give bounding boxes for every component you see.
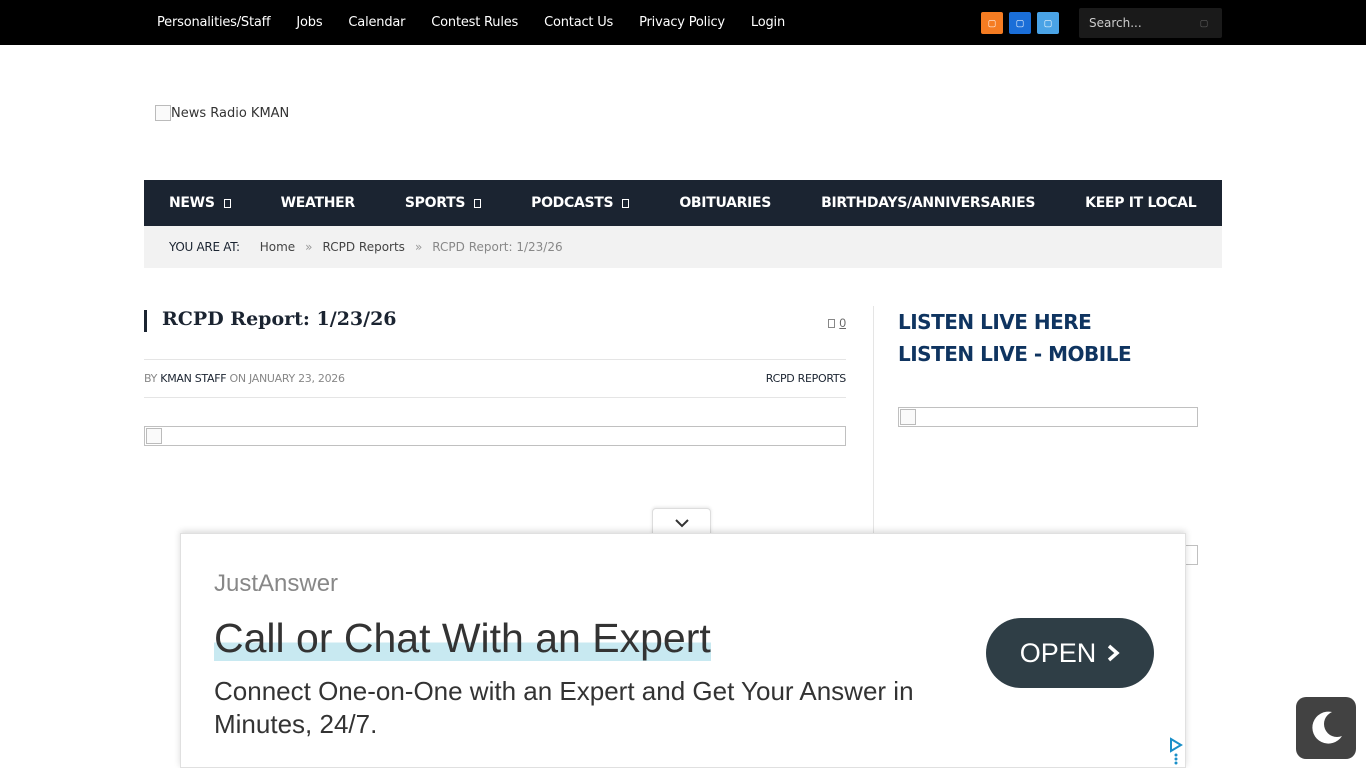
top-link-login[interactable]: Login [738, 0, 798, 45]
nav-item-label: SPORTS [404, 195, 466, 211]
breadcrumb-section[interactable]: RCPD Reports [322, 240, 404, 254]
chevron-right-icon [1108, 644, 1120, 662]
breadcrumb-current: RCPD Report: 1/23/26 [432, 240, 563, 254]
nav-item-label: BIRTHDAYS/ANNIVERSARIES [821, 195, 1036, 211]
nav-item-label: WEATHER [280, 195, 356, 211]
comment-icon [828, 318, 836, 328]
nav-item-news[interactable]: NEWS [144, 180, 256, 226]
ad-headline-text: Call or Chat With an Expert [214, 615, 711, 661]
sidebar-image[interactable] [898, 407, 1198, 427]
ad-collapse-button[interactable] [652, 508, 711, 536]
breadcrumb-separator: » [414, 240, 423, 254]
page-title: RCPD Report: 1/23/26 [162, 308, 397, 330]
top-link-calendar[interactable]: Calendar [335, 0, 418, 45]
breadcrumb: YOU ARE AT: Home » RCPD Reports » RCPD R… [144, 226, 1222, 268]
chevron-down-icon [674, 518, 689, 527]
nav-item-sports[interactable]: SPORTS [380, 180, 506, 226]
nav-item-label: PODCASTS [531, 195, 614, 211]
advertisement-banner[interactable]: JustAnswer Call or Chat With an Expert C… [180, 533, 1186, 768]
rss-icon[interactable]: ▢ [981, 12, 1003, 34]
byline: BY KMAN STAFF ON JANUARY 23, 2026 [144, 372, 345, 385]
ad-description: Connect One-on-One with an Expert and Ge… [214, 676, 914, 739]
search-box: ▢ [1079, 8, 1222, 38]
ad-open-button[interactable]: OPEN [986, 618, 1154, 688]
top-link-privacy-policy[interactable]: Privacy Policy [626, 0, 738, 45]
breadcrumb-separator: » [305, 240, 313, 254]
sidebar-divider [873, 306, 874, 536]
nav-item-obituaries[interactable]: OBITUARIES [654, 180, 796, 226]
chevron-down-icon [474, 198, 482, 208]
broken-image-icon [155, 105, 171, 121]
listen-live-mobile-link[interactable]: LISTEN LIVE - MOBILE [898, 342, 1132, 366]
top-link-contact-us[interactable]: Contact Us [531, 0, 626, 45]
social-links: ▢ ▢ ▢ [981, 12, 1059, 34]
sidebar-image-2[interactable] [1185, 545, 1198, 565]
byline-on: ON [229, 372, 246, 385]
nav-item-keep-it-local[interactable]: KEEP IT LOCAL [1060, 180, 1221, 226]
search-icon[interactable]: ▢ [1194, 18, 1214, 29]
moon-icon [1312, 711, 1342, 744]
article-image [144, 426, 846, 446]
broken-image-icon [900, 409, 916, 425]
author-link[interactable]: KMAN STAFF [160, 372, 226, 385]
listen-live-link[interactable]: LISTEN LIVE HERE [898, 310, 1092, 334]
ad-brand: JustAnswer [214, 570, 339, 597]
broken-image-icon [146, 428, 162, 444]
logo-alt-text: News Radio KMAN [171, 105, 290, 121]
main-nav: NEWS WEATHER SPORTS PODCASTS OBITUARIES … [144, 180, 1222, 226]
nav-item-birthdays-anniversaries[interactable]: BIRTHDAYS/ANNIVERSARIES [796, 180, 1060, 226]
article-date: JANUARY 23, 2026 [248, 372, 345, 385]
article-header: RCPD Report: 1/23/26 0 [144, 308, 846, 332]
top-link-jobs[interactable]: Jobs [283, 0, 335, 45]
chevron-down-icon [622, 198, 630, 208]
category-link[interactable]: RCPD REPORTS [766, 372, 847, 385]
breadcrumb-home[interactable]: Home [260, 240, 295, 254]
twitter-icon[interactable]: ▢ [1037, 12, 1059, 34]
top-bar: Personalities/Staff Jobs Calendar Contes… [0, 0, 1366, 45]
comments-link[interactable]: 0 [828, 316, 846, 330]
nav-item-label: NEWS [169, 195, 215, 211]
comments-count: 0 [839, 316, 846, 330]
facebook-icon[interactable]: ▢ [1009, 12, 1031, 34]
byline-by: BY [144, 372, 158, 385]
top-link-personalities[interactable]: Personalities/Staff [144, 0, 283, 45]
dark-mode-toggle[interactable] [1296, 697, 1356, 759]
breadcrumb-label: YOU ARE AT: [169, 240, 240, 254]
nav-item-label: OBITUARIES [679, 195, 772, 211]
nav-item-weather[interactable]: WEATHER [256, 180, 380, 226]
article-meta: BY KMAN STAFF ON JANUARY 23, 2026 RCPD R… [144, 359, 846, 398]
chevron-down-icon [223, 198, 231, 208]
ad-open-label: OPEN [1019, 637, 1097, 668]
top-link-contest-rules[interactable]: Contest Rules [418, 0, 531, 45]
nav-item-label: KEEP IT LOCAL [1085, 195, 1197, 211]
nav-item-podcasts[interactable]: PODCASTS [506, 180, 654, 226]
adchoices-icon[interactable] [1168, 737, 1184, 765]
search-input[interactable] [1079, 16, 1194, 30]
site-logo[interactable]: News Radio KMAN [155, 105, 289, 121]
ad-headline: Call or Chat With an Expert [214, 614, 711, 662]
top-nav: Personalities/Staff Jobs Calendar Contes… [144, 0, 798, 45]
